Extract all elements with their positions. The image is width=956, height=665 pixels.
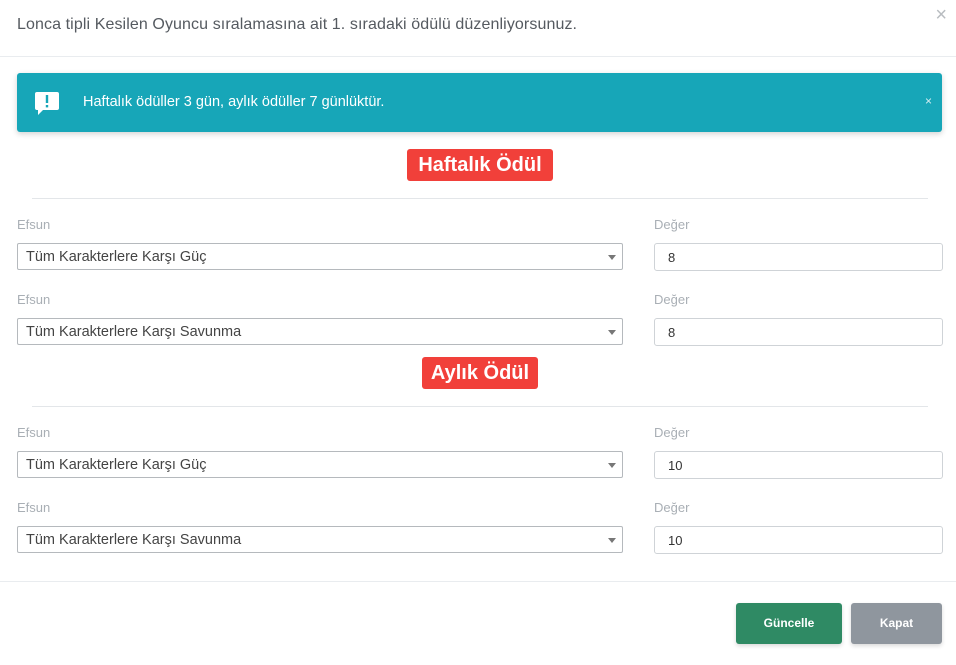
modal-title: Lonca tipli Kesilen Oyuncu sıralamasına … — [17, 16, 578, 33]
value-label: Değer — [654, 292, 690, 307]
close-button[interactable]: Kapat — [851, 603, 942, 644]
modal-header: Lonca tipli Kesilen Oyuncu sıralamasına … — [0, 0, 956, 57]
select-value: Tüm Karakterlere Karşı Güç — [26, 249, 207, 265]
weekly-value-input-2[interactable] — [654, 318, 943, 346]
message-alert-icon — [35, 92, 59, 115]
weekly-reward-heading: Haftalık Ödül — [407, 149, 553, 181]
value-label: Değer — [654, 425, 690, 440]
select-value: Tüm Karakterlere Karşı Savunma — [26, 324, 242, 340]
edit-reward-modal: Lonca tipli Kesilen Oyuncu sıralamasına … — [0, 0, 956, 665]
monthly-enchant-select-2[interactable]: Tüm Karakterlere Karşı Savunma — [17, 526, 623, 553]
weekly-value-input-1[interactable] — [654, 243, 943, 271]
value-label: Değer — [654, 217, 690, 232]
monthly-enchant-select-1[interactable]: Tüm Karakterlere Karşı Güç — [17, 451, 623, 478]
divider — [32, 198, 928, 199]
value-label: Değer — [654, 500, 690, 515]
modal-close-icon[interactable]: × — [935, 4, 947, 26]
chevron-down-icon — [608, 255, 616, 260]
chevron-down-icon — [608, 538, 616, 543]
monthly-value-input-1[interactable] — [654, 451, 943, 479]
weekly-enchant-select-2[interactable]: Tüm Karakterlere Karşı Savunma — [17, 318, 623, 345]
monthly-reward-heading: Aylık Ödül — [422, 357, 538, 389]
chevron-down-icon — [608, 330, 616, 335]
enchant-label: Efsun — [17, 217, 51, 232]
chevron-down-icon — [608, 463, 616, 468]
select-value: Tüm Karakterlere Karşı Savunma — [26, 532, 242, 548]
monthly-value-input-2[interactable] — [654, 526, 943, 554]
info-alert: Haftalık ödüller 3 gün, aylık ödüller 7 … — [17, 73, 942, 132]
alert-close-icon[interactable]: × — [925, 94, 932, 108]
enchant-label: Efsun — [17, 425, 51, 440]
update-button[interactable]: Güncelle — [736, 603, 842, 644]
divider — [32, 406, 928, 407]
enchant-label: Efsun — [17, 292, 51, 307]
select-value: Tüm Karakterlere Karşı Güç — [26, 457, 207, 473]
alert-text: Haftalık ödüller 3 gün, aylık ödüller 7 … — [83, 94, 385, 110]
footer-divider — [0, 581, 956, 582]
weekly-enchant-select-1[interactable]: Tüm Karakterlere Karşı Güç — [17, 243, 623, 270]
enchant-label: Efsun — [17, 500, 51, 515]
